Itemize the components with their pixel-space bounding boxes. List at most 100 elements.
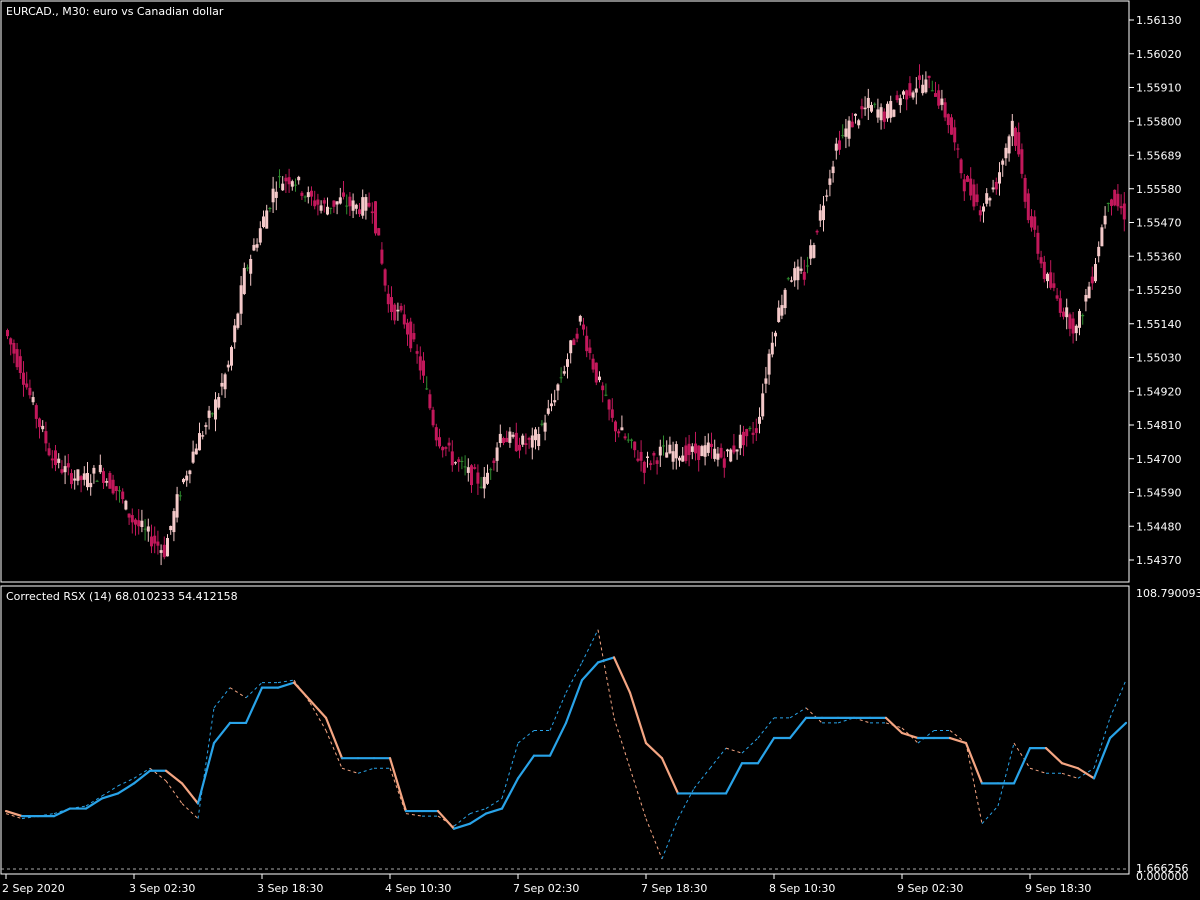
candle-body [156,541,160,546]
candle-body [636,458,640,461]
candle-body [975,194,979,203]
candle-body [102,471,105,483]
candle-body [316,199,320,205]
candle-body [377,228,381,236]
candle-body [524,443,528,446]
candle-body [828,178,832,185]
candle-body [137,520,141,527]
candle-body [924,79,928,93]
candle-body [79,476,83,481]
candle-body [319,205,323,211]
candle-body [54,450,57,466]
candle-body [354,204,358,209]
candle-body [31,397,35,403]
candle-body [764,378,768,384]
candle-body [326,206,329,215]
candle-body [594,362,598,383]
candle-body [466,467,470,473]
candle-body [498,433,502,444]
time-tick-label: 7 Sep 18:30 [641,882,707,895]
candle-body [732,445,736,453]
candle-body [774,332,777,337]
candle-body [521,435,525,445]
candle-body [310,190,313,197]
candle-body [777,307,781,322]
candle-body [1097,246,1101,257]
candle-body [166,538,169,557]
candle-body [706,442,710,453]
candle-body [6,330,9,337]
candle-body [671,451,675,462]
candle-body [44,431,48,444]
time-tick-label: 3 Sep 18:30 [257,882,323,895]
chart-canvas: 1.56130 1.56020 1.55910 1.55800 1.55689 1.555… [0,0,1200,900]
candle-body [226,364,230,368]
candle-body [761,393,765,417]
candle-body [255,244,259,248]
candle-body [502,438,505,443]
candle-body [185,475,189,481]
candle-body [694,443,697,454]
candle-body [159,550,163,553]
candle-body [508,431,512,443]
candle-body [422,360,425,376]
price-tick-label: 1.54810 [1136,419,1182,432]
candle-body [1023,177,1027,202]
indicator-top-label: 108.790093 [1136,587,1200,600]
candle-body [111,479,115,494]
candle-body [540,423,544,425]
candle-body [546,408,550,414]
candle-body [1058,298,1062,313]
candle-body [726,449,729,452]
candle-body [857,120,861,126]
candle-body [348,196,352,207]
candle-body [217,397,221,408]
candle-body [12,342,16,354]
candle-body [431,409,435,426]
candle-body [73,478,77,481]
candle-body [873,103,877,105]
price-tick-label: 1.55689 [1136,149,1182,162]
candle-body [927,75,931,78]
candle-body [249,258,253,274]
candle-body [950,117,953,135]
candle-body [393,304,397,321]
candle-body [614,421,617,432]
indicator-bottom-label-b: 0.000000 [1136,870,1189,883]
candle-body [649,463,653,465]
candle-body [914,88,918,93]
candle-body [815,230,819,233]
candle-body [268,208,272,210]
candle-body [450,451,454,466]
candle-body [972,184,976,207]
candle-body [150,536,153,547]
candle-body [578,315,582,322]
candle-body [553,400,557,403]
candle-body [796,266,800,281]
candle-body [818,210,822,221]
candle-body [66,463,70,468]
candle-body [444,447,448,449]
candle-body [582,324,585,330]
candle-body [921,84,925,94]
price-tick-label: 1.55140 [1136,318,1182,331]
candle-body [786,278,790,280]
candle-body [598,376,601,381]
candle-body [169,525,173,531]
candle-body [630,439,633,441]
candle-body [962,179,966,192]
price-tick-label: 1.55580 [1136,183,1182,196]
candle-body [566,359,569,367]
candle-body [665,452,669,458]
candle-body [22,372,25,385]
candle-body [1103,215,1107,225]
candle-body [274,191,278,198]
candle-body [329,207,333,209]
candle-body [684,445,688,461]
candle-body [396,309,400,312]
price-tick-label: 1.55910 [1136,82,1182,95]
candle-body [946,114,950,126]
candle-body [434,427,438,441]
candle-body [380,249,384,264]
candle-body [230,347,233,366]
